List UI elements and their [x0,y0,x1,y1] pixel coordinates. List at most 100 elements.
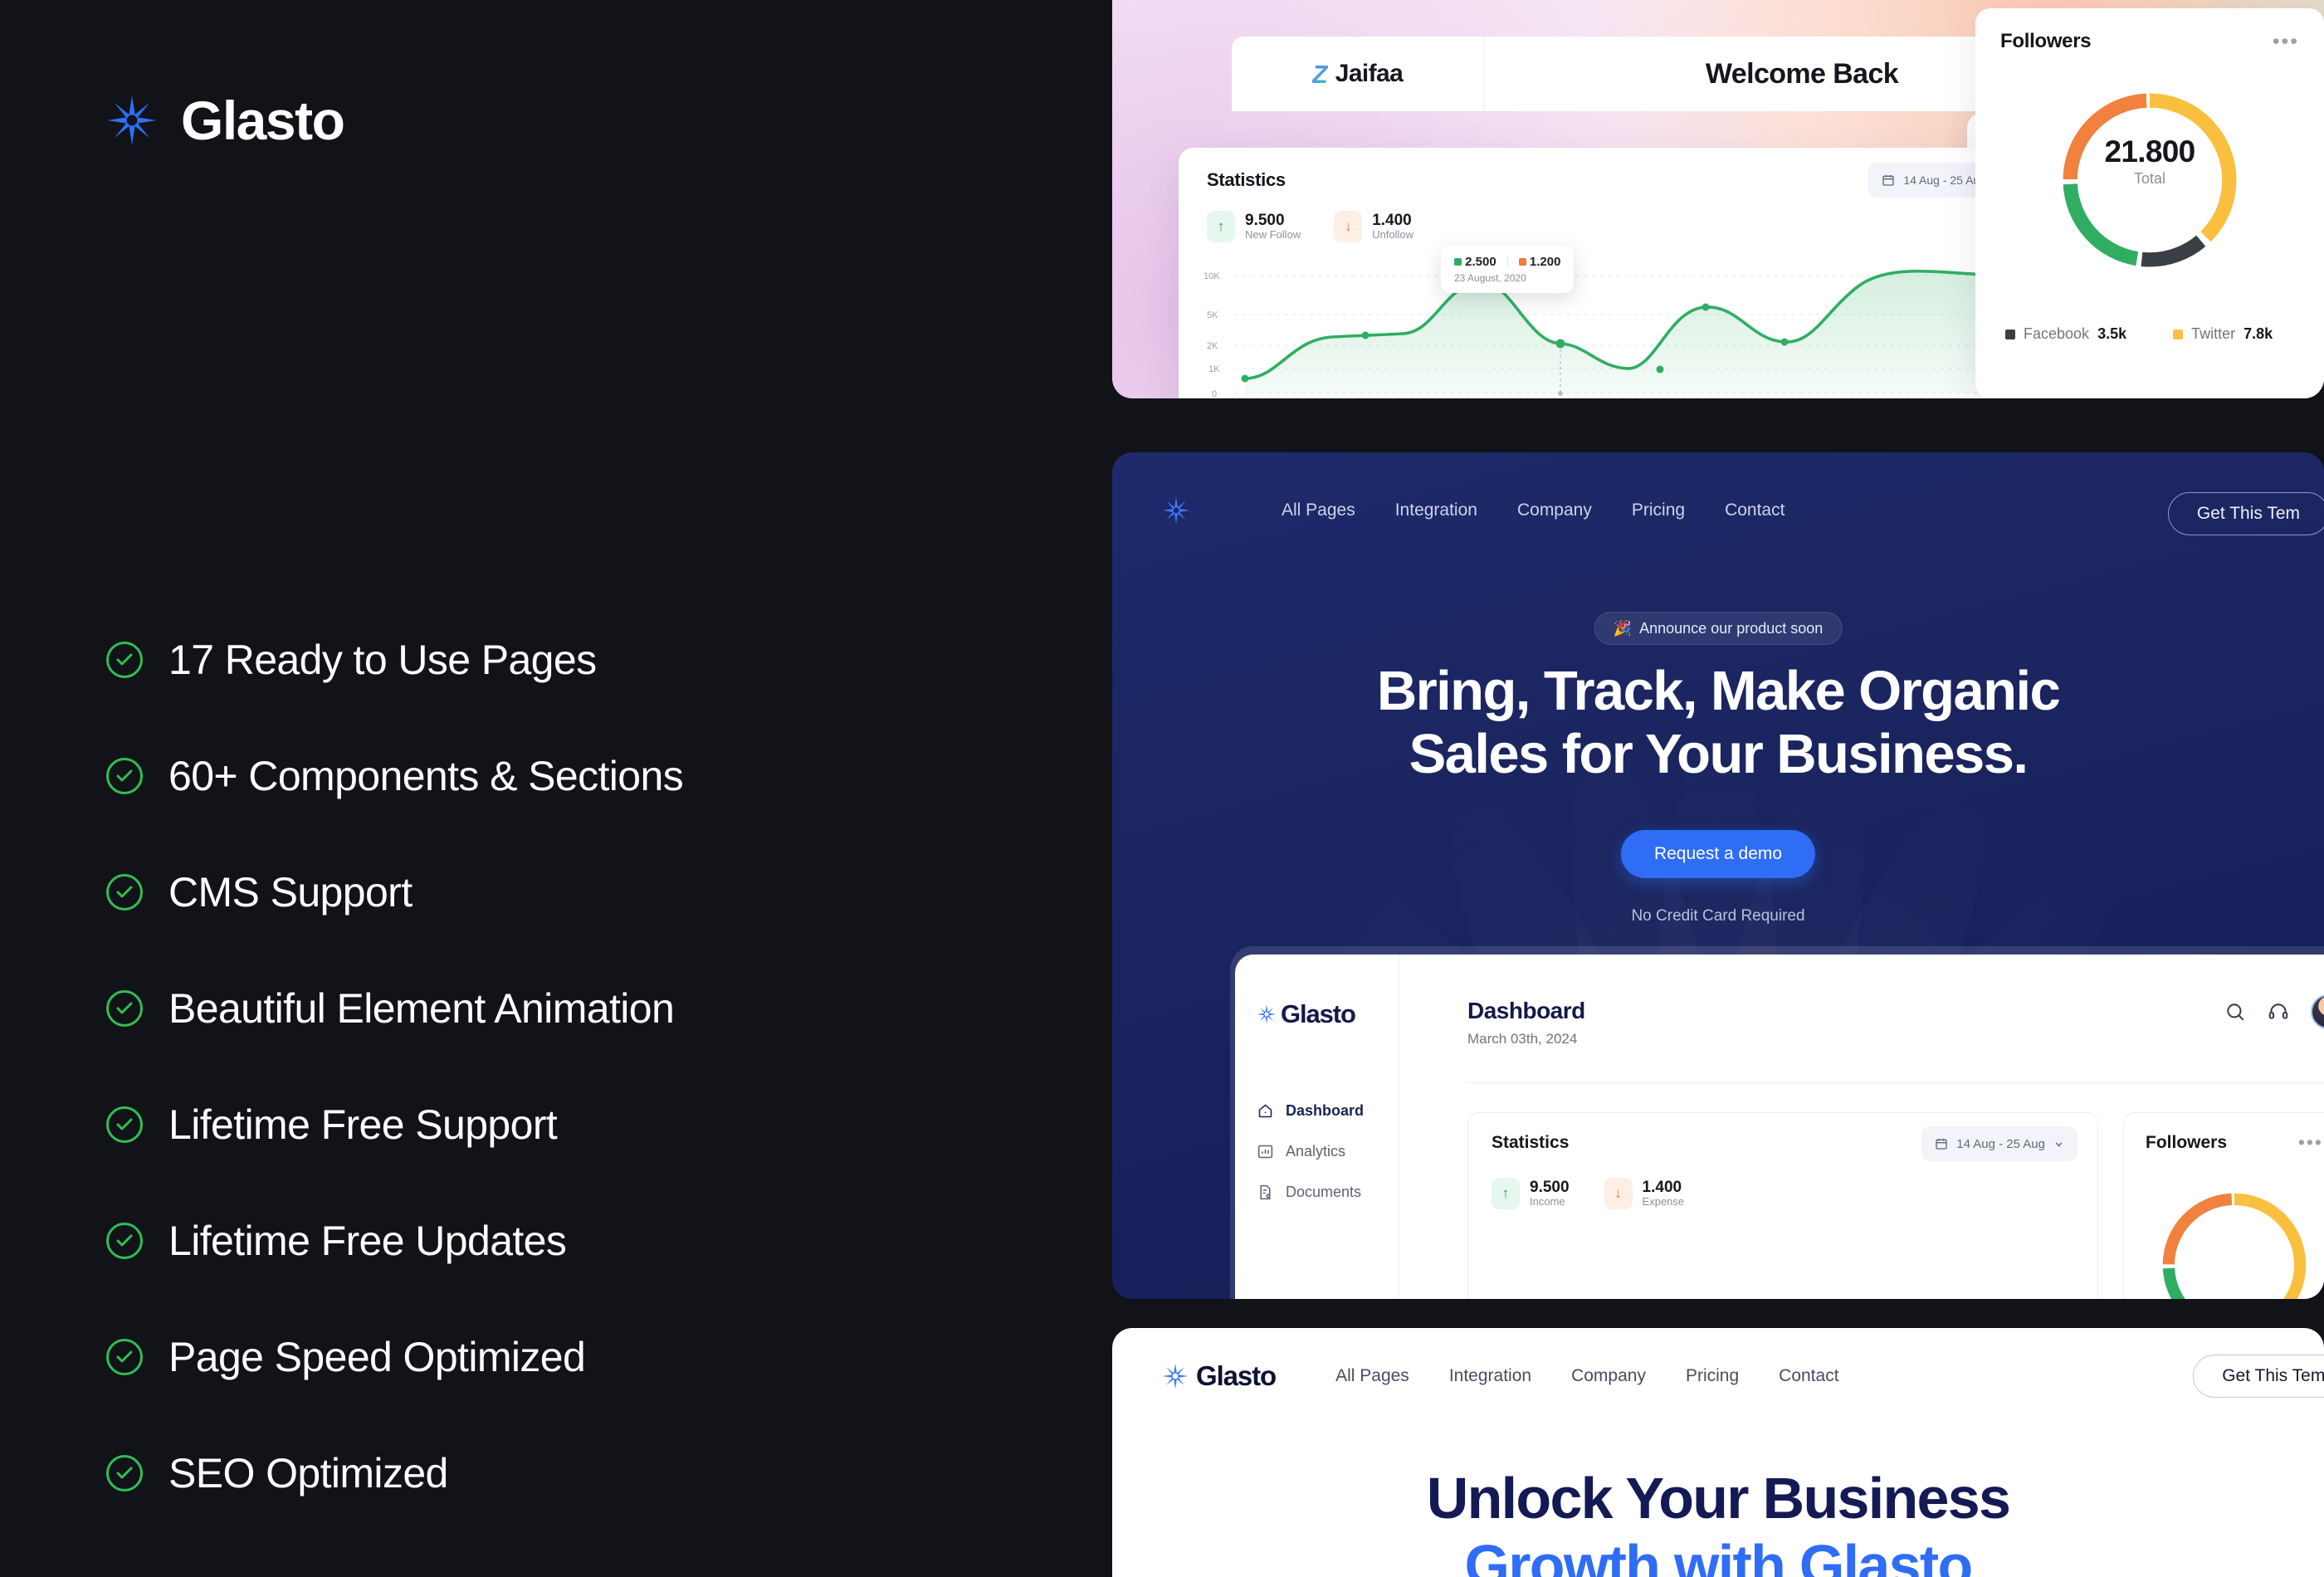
search-icon[interactable] [2224,1001,2246,1023]
asterisk-starburst-icon [1162,1363,1189,1389]
ellipsis-icon[interactable]: ••• [2298,1133,2323,1152]
home-icon [1258,1104,1272,1118]
brand-lockup[interactable]: Glasto [1162,1360,1277,1392]
card-title: Followers [2000,30,2092,52]
arrow-up-icon: ↑ [1492,1178,1520,1209]
asterisk-starburst-icon[interactable] [1162,496,1190,525]
nav-link-integration[interactable]: Integration [1449,1366,1531,1386]
feature-label: SEO Optimized [168,1449,448,1496]
nav-link-contact[interactable]: Contact [1779,1366,1838,1386]
kpi-income: ↑ 9.500 Income [1492,1178,1570,1209]
kpi-new-follow: ↑ 9.500 New Follow [1207,211,1301,242]
arrow-up-icon: ↑ [1207,211,1235,242]
svg-text:2K: 2K [1207,341,1218,351]
app-logo: Z Jaifaa [1232,37,1484,111]
feature-label: 17 Ready to Use Pages [168,636,597,683]
ellipsis-icon[interactable]: ••• [2273,32,2299,52]
svg-text:1K: 1K [1208,364,1220,374]
check-circle-icon [106,1455,143,1492]
dashboard-sidebar: Glasto Dashboard Analytics Documents [1235,954,1399,1299]
party-popper-icon: 🎉 [1613,619,1633,637]
svg-text:10K: 10K [1204,271,1220,281]
check-circle-icon [106,1223,143,1259]
legend-item-twitter: Twitter 7.8k [2173,325,2273,343]
nav-link-integration[interactable]: Integration [1395,500,1477,520]
svg-text:5K: 5K [1207,310,1218,320]
list-item: 60+ Components & Sections [106,718,684,834]
light-headline: Unlock Your Business Growth with Glasto [1426,1466,2011,1577]
list-item: SEO Optimized [106,1415,683,1531]
page-title: Dashboard [1467,998,1585,1023]
check-circle-icon [106,1339,143,1375]
get-template-button[interactable]: Get This Temp [2193,1355,2324,1398]
jaifaa-z-icon: Z [1311,59,1328,89]
calendar-icon [1936,1139,1947,1150]
divider [1467,1082,2324,1083]
follower-area-chart: 10K 5K 2K 1K 0 2.500 1.200 23 August, 20… [1195,246,2025,398]
brand-name: Glasto [181,90,345,151]
statistics-card[interactable]: Statistics 14 Aug - 25 Aug ↑ 9.500 New F… [1179,148,2042,398]
nav-link-pricing[interactable]: Pricing [1632,500,1685,520]
check-circle-icon [106,990,143,1027]
nav-link-contact[interactable]: Contact [1725,500,1784,520]
nav-link-pricing[interactable]: Pricing [1686,1366,1739,1386]
check-circle-icon [106,642,143,678]
feature-label: Lifetime Free Updates [168,1217,567,1264]
asterisk-starburst-icon [1257,1004,1277,1024]
kpi-row: ↑ 9.500 New Follow ↓ 1.400 Unfollow [1207,211,1413,242]
check-circle-icon [106,874,143,911]
dashboard-statistics-card[interactable]: Statistics 14 Aug - 25 Aug ↑ 9.500 Incom… [1467,1112,2098,1299]
list-item: Beautiful Element Animation [106,950,683,1067]
avatar[interactable] [2311,994,2324,1029]
preview-pastel-dashboard[interactable]: Z Jaifaa Welcome Back 14 Aug - 25 Aug [1112,0,2324,398]
svg-text:0: 0 [1212,389,1217,398]
kpi-row: ↑ 9.500 Income ↓ 1.400 Expense [1492,1178,1684,1209]
calendar-icon [1882,175,1895,186]
get-template-button[interactable]: Get This Tem [2167,492,2324,535]
dashboard-nav: Dashboard Analytics Documents [1257,1102,1364,1201]
page-date: March 03th, 2024 [1467,1031,1578,1047]
asterisk-starburst-icon [106,95,158,146]
feature-label: 60+ Components & Sections [168,752,684,799]
nav-link-company[interactable]: Company [1517,500,1592,520]
feature-label: CMS Support [168,868,413,915]
hero-headline: Bring, Track, Make Organic Sales for You… [1376,660,2061,786]
list-item: CMS Support [106,834,683,950]
kpi-unfollow: ↓ 1.400 Unfollow [1334,211,1413,242]
list-item: Page Speed Optimized [106,1299,683,1415]
feature-label: Page Speed Optimized [168,1333,586,1380]
list-item: 17 Ready to Use Pages [106,602,683,718]
hero-dashboard-mock[interactable]: Glasto Dashboard Analytics Documents Das… [1235,954,2324,1299]
dashboard-followers-card[interactable]: Followers ••• [2123,1112,2324,1299]
announcement-pill[interactable]: 🎉 Announce our product soon [1594,612,1843,645]
sidebar-item-dashboard[interactable]: Dashboard [1257,1102,1364,1120]
dashboard-main: Dashboard March 03th, 2024 Statistics 14… [1399,954,2324,1299]
feature-label: Lifetime Free Support [168,1101,558,1148]
bar-chart-icon [1257,1145,1273,1159]
headset-icon[interactable] [2268,1001,2289,1023]
preview-light-landing[interactable]: Glasto All Pages Integration Company Pri… [1112,1328,2324,1577]
nav-link-all-pages[interactable]: All Pages [1282,500,1355,520]
chevron-down-icon [2055,1141,2063,1147]
date-range-dropdown[interactable]: 14 Aug - 25 Aug [1921,1126,2077,1161]
brand-lockup: Glasto [106,90,345,151]
followers-donut-chart [2063,93,2237,267]
nav-links: All Pages Integration Company Pricing Co… [1282,500,1784,520]
card-title: Statistics [1207,169,1286,190]
preview-stack: Z Jaifaa Welcome Back 14 Aug - 25 Aug [1112,0,2324,1577]
left-intro-panel: Glasto 17 Ready to Use Pages 60+ Compone… [0,0,1112,1577]
legend-item-facebook: Facebook 3.5k [2005,325,2126,343]
nav-link-all-pages[interactable]: All Pages [1335,1366,1409,1386]
nav-link-company[interactable]: Company [1571,1366,1646,1386]
preview-hero-landing[interactable]: All Pages Integration Company Pricing Co… [1112,452,2324,1299]
light-navbar: Glasto All Pages Integration Company Pri… [1147,1351,2324,1401]
request-demo-button[interactable]: Request a demo [1620,830,1816,878]
sidebar-item-documents[interactable]: Documents [1257,1184,1364,1201]
list-item: Lifetime Free Support [106,1067,683,1183]
followers-card[interactable]: Followers ••• 21.800 Total Facebook 3.5k… [1975,8,2324,398]
card-title: Followers [2146,1133,2228,1152]
sidebar-item-analytics[interactable]: Analytics [1257,1143,1364,1160]
check-circle-icon [106,1106,143,1143]
check-circle-icon [106,758,143,794]
nav-links: All Pages Integration Company Pricing Co… [1335,1366,1838,1386]
